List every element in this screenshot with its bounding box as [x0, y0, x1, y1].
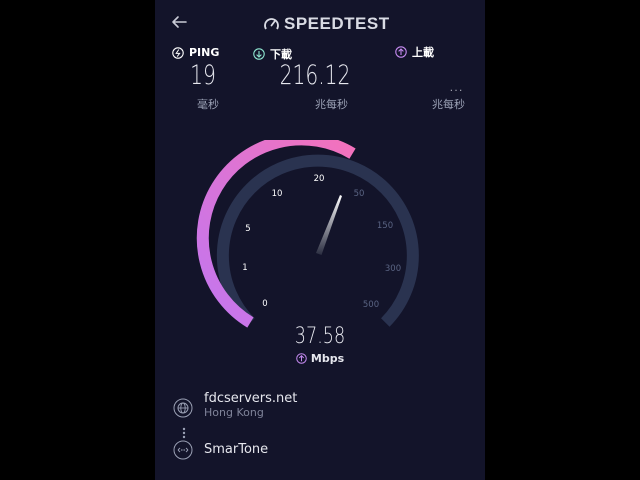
speedtest-logo: SPEEDTEST [263, 14, 390, 34]
server-location: Hong Kong [204, 406, 264, 419]
ping-unit: 毫秒 [197, 98, 219, 111]
ping-value: 19 [190, 60, 216, 91]
gauge-tick-label: 0 [262, 299, 267, 309]
upload-unit: 兆每秒 [432, 98, 465, 111]
gauge-tick-label: 150 [377, 221, 393, 231]
speedtest-screen: SPEEDTEST PING 19 毫秒 下載 216.12 兆每秒 上載 ..… [155, 0, 485, 480]
gauge-needle [316, 195, 342, 255]
gauge-tick-label: 20 [314, 174, 325, 184]
gauge-tick-label: 300 [385, 264, 401, 274]
server-info[interactable]: fdcservers.net Hong Kong [204, 391, 297, 419]
gauge-tick-label: 1 [242, 263, 247, 273]
download-value: 216.12 [279, 60, 351, 91]
server-name: fdcservers.net [204, 391, 298, 406]
current-speed-value: 37.58 [294, 324, 346, 349]
logo-text: SPEEDTEST [284, 14, 390, 33]
gauge-track [216, 154, 419, 327]
provider-icon [173, 440, 193, 460]
ping-label: PING [172, 46, 219, 59]
ping-icon [172, 46, 184, 59]
upload-label: 上載 [395, 44, 434, 60]
gauge-tick-label: 10 [272, 189, 283, 199]
download-arrow-icon [253, 48, 265, 60]
speedometer-icon [264, 17, 279, 29]
speed-unit: Mbps [155, 352, 485, 365]
gauge-tick-label: 500 [363, 300, 379, 310]
gauge-tick-label: 5 [245, 224, 250, 234]
upload-value: ... [448, 72, 464, 96]
speed-gauge: 0 1 5 10 20 50 150 300 500 [196, 140, 419, 328]
upload-arrow-icon [395, 46, 407, 58]
back-arrow-icon[interactable] [169, 12, 189, 32]
gauge-tick-label: 50 [354, 189, 365, 199]
provider-name: SmarTone [204, 442, 269, 457]
upload-arrow-icon [296, 353, 307, 364]
globe-icon [173, 398, 193, 418]
download-unit: 兆每秒 [315, 98, 348, 111]
